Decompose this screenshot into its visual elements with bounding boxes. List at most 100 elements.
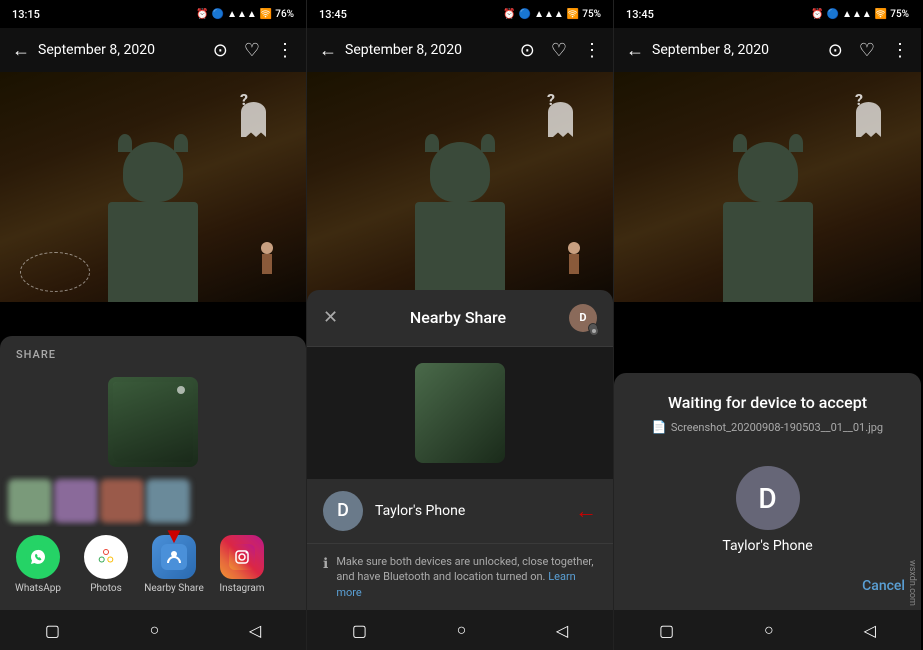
instagram-item-1[interactable]: Instagram	[212, 535, 272, 594]
wifi-icon-2: 🛜	[567, 9, 579, 20]
top-bar-1: ← September 8, 2020 ⊙ ♡ ⋮	[0, 28, 306, 72]
heart-icon-3[interactable]: ♡	[859, 40, 875, 61]
instagram-icon-1[interactable]	[220, 535, 264, 579]
hood-ears-3	[733, 134, 803, 152]
hooded-person-2	[410, 142, 510, 302]
cancel-button-3[interactable]: Cancel	[862, 578, 905, 594]
alarm-icon-1: ⏰	[196, 9, 208, 20]
nav-bar-1: ▢ ○ ◁	[0, 610, 306, 650]
nav-square-3[interactable]: ▢	[659, 621, 674, 640]
screenshot-icon-3[interactable]: ⊙	[828, 40, 843, 61]
nav-back-1[interactable]: ◁	[249, 621, 261, 640]
nearby-share-overlay-2: ✕ Nearby Share D D Taylor's Phone ← ℹ	[307, 290, 613, 610]
menu-icon-1[interactable]: ⋮	[276, 40, 294, 61]
hood-body-2	[415, 202, 505, 302]
instagram-label-1: Instagram	[219, 583, 264, 594]
nearby-thumb-area-2	[307, 347, 613, 479]
whatsapp-icon-1[interactable]	[16, 535, 60, 579]
waiting-device-initial-3: D	[758, 482, 776, 515]
photos-item-1[interactable]: Photos	[76, 535, 136, 594]
status-time-3: 13:45	[626, 8, 654, 21]
nav-back-3[interactable]: ◁	[864, 621, 876, 640]
nav-square-1[interactable]: ▢	[45, 621, 60, 640]
nearby-avatar-top-2: D	[569, 304, 597, 332]
photo-scene-3: ?	[614, 72, 921, 302]
nav-back-2[interactable]: ◁	[556, 621, 568, 640]
waiting-title-3: Waiting for device to accept	[614, 373, 921, 420]
red-arrow-2: ←	[575, 498, 597, 524]
top-bar-icons-3: ⊙ ♡ ⋮	[828, 40, 909, 61]
battery-2: 75%	[582, 9, 601, 20]
nav-bar-3: ▢ ○ ◁	[614, 610, 921, 650]
hooded-person-1	[103, 142, 203, 302]
doll-head-2	[568, 242, 580, 254]
back-button-1[interactable]: ←	[12, 40, 30, 61]
alarm-icon-2: ⏰	[503, 9, 515, 20]
photos-icon-1[interactable]	[84, 535, 128, 579]
hood-ears-1	[118, 134, 188, 152]
menu-icon-2[interactable]: ⋮	[583, 40, 601, 61]
status-bar-3: 13:45 ⏰ 🔵 ▲▲▲ 🛜 75%	[614, 0, 921, 28]
filename-text-3: Screenshot_20200908-190503__01__01.jpg	[671, 421, 883, 434]
status-time-2: 13:45	[319, 8, 347, 21]
hood-head-3	[738, 142, 798, 202]
menu-icon-3[interactable]: ⋮	[891, 40, 909, 61]
screenshot-icon-1[interactable]: ⊙	[213, 40, 228, 61]
nearby-device-row-2[interactable]: D Taylor's Phone ←	[307, 479, 613, 544]
doll-body-1	[262, 254, 272, 274]
nearby-close-button-2[interactable]: ✕	[323, 307, 347, 328]
date-3: September 8, 2020	[652, 42, 769, 58]
ghost-tail-3	[856, 122, 881, 137]
red-arrow-1: ▼	[163, 523, 185, 549]
photos-label-1: Photos	[90, 583, 122, 594]
phone-1: 13:15 ⏰ 🔵 ▲▲▲ 🛜 76% ← September 8, 2020 …	[0, 0, 307, 650]
waiting-device-area-3: D Taylor's Phone	[614, 450, 921, 570]
nearby-avatar-letter-2: D	[579, 311, 586, 324]
heart-icon-1[interactable]: ♡	[244, 40, 260, 61]
heart-icon-2[interactable]: ♡	[551, 40, 567, 61]
device-initial-2: D	[337, 500, 349, 521]
hood-body-1	[108, 202, 198, 302]
app-icons-row-1: WhatsApp Photos ▼ Nearby Share	[0, 527, 306, 602]
share-thumb-item-2	[54, 479, 98, 523]
info-icon-2: ℹ	[323, 556, 328, 572]
nav-home-1[interactable]: ○	[150, 620, 160, 640]
circle-dashed-1	[20, 252, 90, 292]
battery-1: 76%	[275, 9, 294, 20]
photo-area-3: ?	[614, 72, 921, 302]
wifi-icon-3: 🛜	[875, 9, 887, 20]
photo-scene-2: ?	[307, 72, 613, 302]
signal-icon-2: ▲▲▲	[534, 9, 564, 20]
bluetooth-icon-3: 🔵	[827, 9, 839, 20]
hood-ears-2	[425, 134, 495, 152]
back-button-3[interactable]: ←	[626, 40, 644, 61]
nearby-share-title-2: Nearby Share	[347, 308, 569, 327]
info-text-2: Make sure both devices are unlocked, clo…	[336, 554, 597, 600]
nearby-share-header-2: ✕ Nearby Share D	[307, 290, 613, 347]
back-button-2[interactable]: ←	[319, 40, 337, 61]
waiting-overlay-3: Waiting for device to accept 📄 Screensho…	[614, 373, 921, 610]
share-thumb-inner-1	[108, 377, 198, 467]
waiting-device-avatar-3: D	[736, 466, 800, 530]
status-bar-1: 13:15 ⏰ 🔵 ▲▲▲ 🛜 76%	[0, 0, 306, 28]
device-name-2: Taylor's Phone	[375, 503, 465, 519]
hood-head-1	[123, 142, 183, 202]
nav-square-2[interactable]: ▢	[352, 621, 367, 640]
bluetooth-icon-1: 🔵	[212, 9, 224, 20]
hood-ear-left-1	[118, 134, 132, 152]
nav-home-3[interactable]: ○	[764, 620, 774, 640]
whatsapp-item-1[interactable]: WhatsApp	[8, 535, 68, 594]
status-right-1: ⏰ 🔵 ▲▲▲ 🛜 76%	[196, 9, 294, 20]
doll-head-1	[261, 242, 273, 254]
waiting-device-name-3: Taylor's Phone	[722, 538, 812, 554]
battery-3: 75%	[890, 9, 909, 20]
bluetooth-icon-2: 🔵	[519, 9, 531, 20]
ghost-tail-2	[548, 122, 573, 137]
question-mark-1: ?	[240, 90, 248, 109]
phone-3: 13:45 ⏰ 🔵 ▲▲▲ 🛜 75% ← September 8, 2020 …	[614, 0, 921, 650]
top-bar-icons-1: ⊙ ♡ ⋮	[213, 40, 294, 61]
screenshot-icon-2[interactable]: ⊙	[520, 40, 535, 61]
nearby-share-item-1[interactable]: ▼ Nearby Share	[144, 535, 204, 594]
nav-home-2[interactable]: ○	[457, 620, 467, 640]
avatar-settings-icon-2[interactable]	[588, 323, 598, 333]
